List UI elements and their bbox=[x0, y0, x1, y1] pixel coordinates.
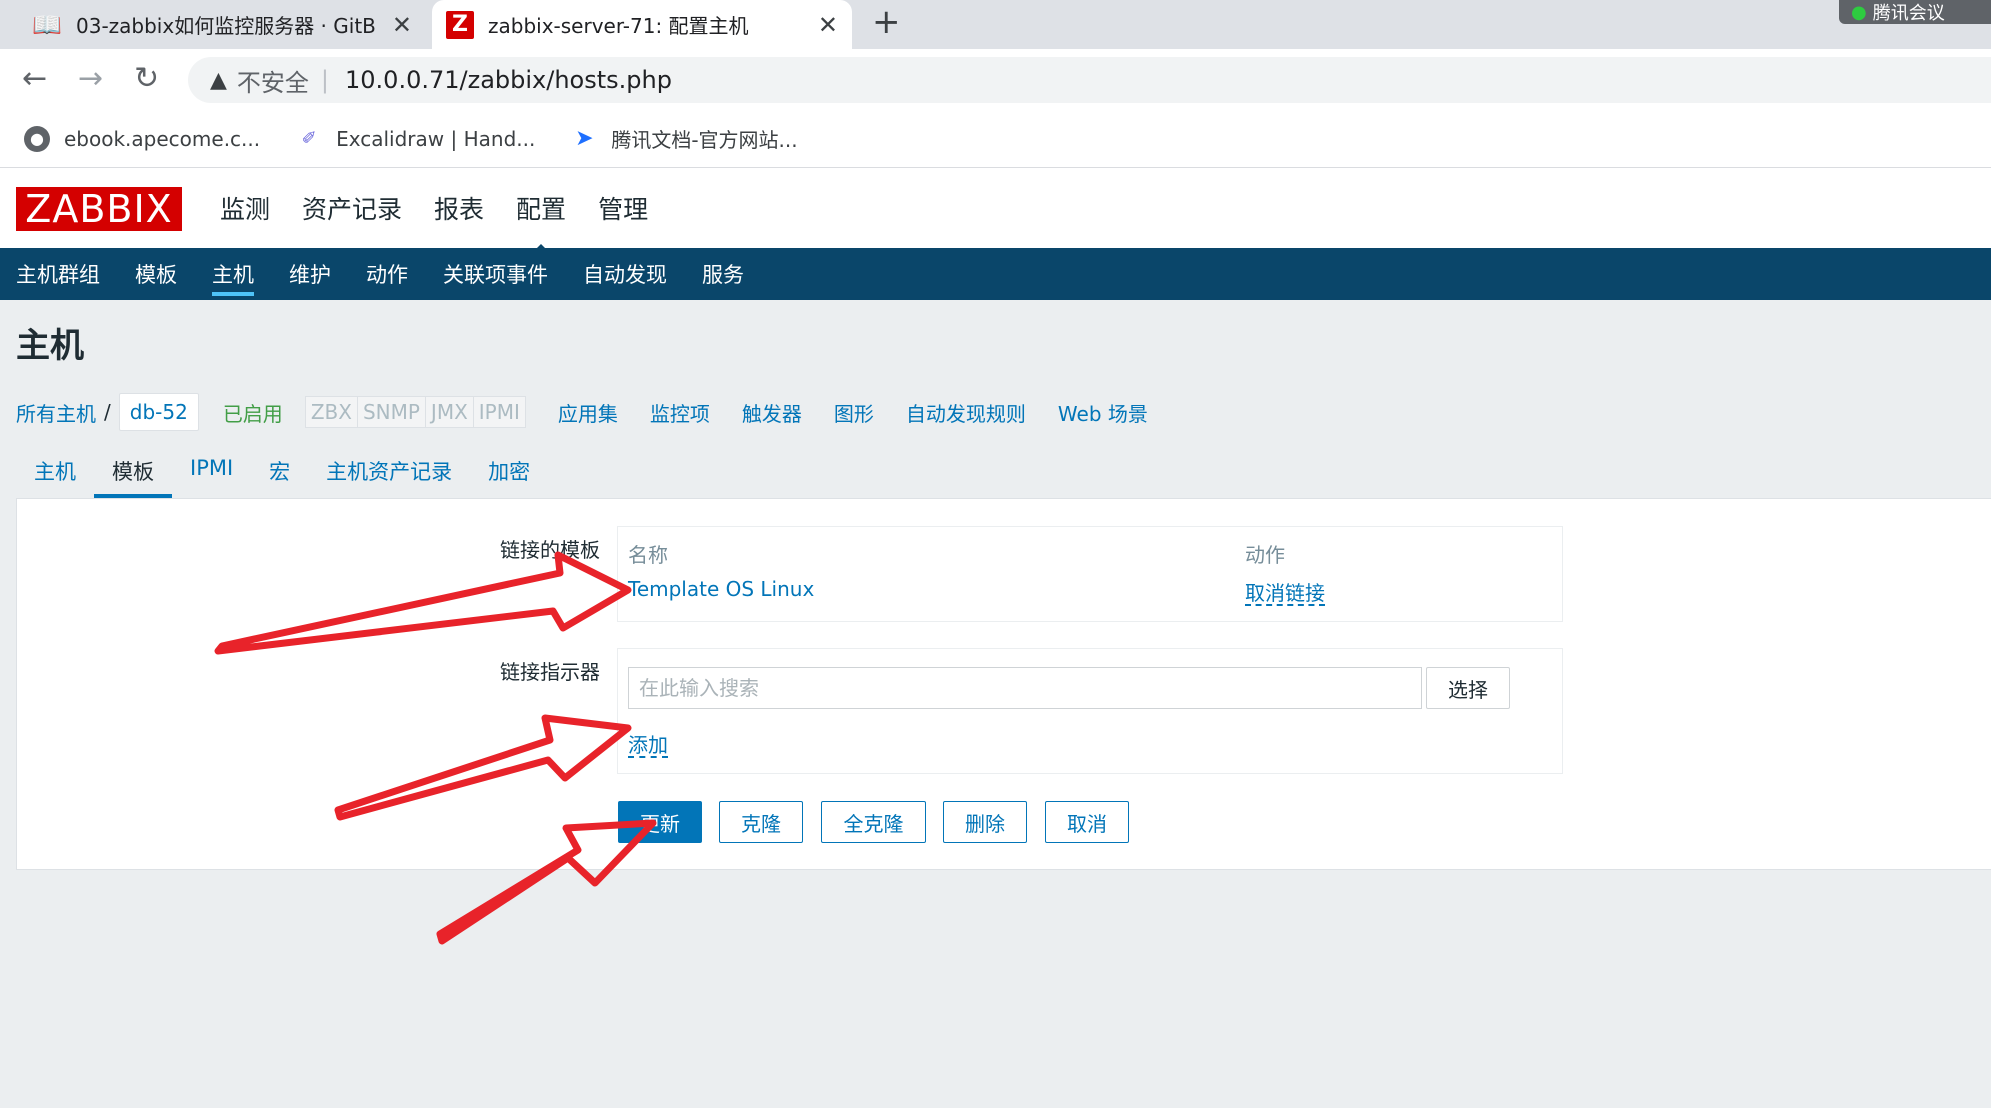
book-icon: 📖 bbox=[32, 10, 62, 39]
link-applications[interactable]: 应用集 bbox=[558, 398, 618, 427]
bookmark-excalidraw[interactable]: ✐ Excalidraw | Hand... bbox=[296, 126, 536, 152]
template-name-link[interactable]: Template OS Linux bbox=[628, 577, 814, 601]
availability-jmx: JMX bbox=[425, 397, 474, 427]
security-label: 不安全 bbox=[236, 68, 309, 97]
globe-icon: ● bbox=[24, 125, 50, 152]
sub-menu: 主机群组 模板 主机 维护 动作 关联项事件 自动发现 服务 bbox=[0, 248, 1991, 300]
url-text: 10.0.0.71/zabbix/hosts.php bbox=[345, 66, 672, 94]
excalidraw-icon: ✐ bbox=[301, 128, 317, 149]
bookmarks-bar: ● ebook.apecome.c... ✐ Excalidraw | Hand… bbox=[0, 110, 1991, 168]
link-discovery-rules[interactable]: 自动发现规则 bbox=[906, 398, 1026, 427]
menu-monitoring[interactable]: 监测 bbox=[220, 190, 270, 226]
availability-ipmi: IPMI bbox=[473, 397, 525, 427]
submenu-actions[interactable]: 动作 bbox=[366, 248, 408, 300]
address-bar: ← → ↻ ▲ 不安全 | 10.0.0.71/zabbix/hosts.php bbox=[0, 49, 1991, 110]
close-icon[interactable]: ✕ bbox=[818, 11, 838, 39]
browser-tab-gitbook[interactable]: 📖 03-zabbix如何监控服务器 · GitB ✕ bbox=[18, 0, 426, 49]
bookmark-ebook[interactable]: ● ebook.apecome.c... bbox=[24, 125, 261, 152]
divider: | bbox=[320, 66, 330, 94]
link-new-templates-box: 选择 添加 bbox=[617, 648, 1563, 774]
bookmark-label: ebook.apecome.c... bbox=[64, 126, 261, 151]
bookmark-label: Excalidraw | Hand... bbox=[336, 126, 536, 151]
tab-title: 03-zabbix如何监控服务器 · GitB bbox=[76, 14, 376, 38]
page-title: 主机 bbox=[16, 326, 84, 366]
menu-inventory[interactable]: 资产记录 bbox=[302, 190, 402, 226]
tab-templates[interactable]: 模板 bbox=[94, 444, 172, 498]
tab-ipmi[interactable]: IPMI bbox=[172, 444, 251, 498]
link-graphs[interactable]: 图形 bbox=[834, 398, 874, 427]
breadcrumb-all-hosts[interactable]: 所有主机 bbox=[16, 398, 96, 427]
unlink-button[interactable]: 取消链接 bbox=[1245, 577, 1325, 606]
linked-templates-table: 名称 动作 Template OS Linux 取消链接 bbox=[617, 526, 1563, 622]
column-header-name: 名称 bbox=[628, 543, 668, 567]
select-button[interactable]: 选择 bbox=[1426, 667, 1510, 709]
submenu-maintenance[interactable]: 维护 bbox=[289, 248, 331, 300]
availability-indicators: ZBX SNMP JMX IPMI bbox=[304, 396, 526, 428]
bookmark-tencent-docs[interactable]: ➤ 腾讯文档-官方网站... bbox=[571, 124, 798, 153]
zabbix-header: ZABBIX 监测 资产记录 报表 配置 管理 bbox=[0, 168, 1991, 254]
meeting-badge[interactable]: ● 腾讯会议 bbox=[1839, 0, 1991, 24]
linked-templates-label: 链接的模板 bbox=[500, 538, 600, 562]
tencent-docs-icon: ➤ bbox=[575, 126, 594, 151]
tab-inventory[interactable]: 主机资产记录 bbox=[308, 444, 470, 498]
submenu-discovery[interactable]: 自动发现 bbox=[583, 248, 667, 300]
breadcrumb-separator: / bbox=[104, 400, 111, 424]
menu-configuration[interactable]: 配置 bbox=[516, 190, 566, 254]
column-header-action: 动作 bbox=[1245, 543, 1285, 567]
zabbix-favicon: Z bbox=[446, 10, 474, 39]
link-triggers[interactable]: 触发器 bbox=[742, 398, 802, 427]
tab-title: zabbix-server-71: 配置主机 bbox=[488, 14, 749, 38]
availability-zbx: ZBX bbox=[305, 397, 358, 427]
link-new-templates-label: 链接指示器 bbox=[500, 660, 600, 684]
full-clone-button[interactable]: 全克隆 bbox=[821, 801, 926, 843]
warning-icon: ▲ bbox=[210, 67, 227, 93]
back-arrow-icon[interactable]: ← bbox=[22, 61, 47, 96]
main-menu: 监测 资产记录 报表 配置 管理 bbox=[204, 168, 664, 254]
availability-snmp: SNMP bbox=[357, 397, 426, 427]
tab-encryption[interactable]: 加密 bbox=[470, 444, 548, 498]
reload-icon[interactable]: ↻ bbox=[134, 61, 159, 96]
tab-macros[interactable]: 宏 bbox=[251, 444, 308, 498]
host-breadcrumb: 所有主机 / db-52 已启用 ZBX SNMP JMX IPMI 应用集 监… bbox=[16, 392, 1148, 432]
tab-host[interactable]: 主机 bbox=[16, 444, 94, 498]
url-field[interactable]: ▲ 不安全 | 10.0.0.71/zabbix/hosts.php bbox=[188, 57, 1991, 103]
update-button[interactable]: 更新 bbox=[618, 801, 702, 843]
browser-tab-bar: 📖 03-zabbix如何监控服务器 · GitB ✕ Z zabbix-ser… bbox=[0, 0, 1991, 49]
link-items[interactable]: 监控项 bbox=[650, 398, 710, 427]
submenu-services[interactable]: 服务 bbox=[702, 248, 744, 300]
link-web-scenarios[interactable]: Web 场景 bbox=[1058, 398, 1148, 427]
signal-icon: ● bbox=[1851, 1, 1867, 23]
menu-reports[interactable]: 报表 bbox=[434, 190, 484, 226]
status-badge: 已启用 bbox=[222, 401, 283, 426]
menu-administration[interactable]: 管理 bbox=[598, 190, 648, 226]
cancel-button[interactable]: 取消 bbox=[1045, 801, 1129, 843]
clone-button[interactable]: 克隆 bbox=[719, 801, 803, 843]
meeting-label: 腾讯会议 bbox=[1872, 3, 1945, 24]
new-tab-button[interactable]: + bbox=[872, 2, 901, 42]
submenu-hosts[interactable]: 主机 bbox=[212, 248, 254, 300]
submenu-templates[interactable]: 模板 bbox=[135, 248, 177, 300]
form-tabs: 主机 模板 IPMI 宏 主机资产记录 加密 bbox=[16, 444, 548, 498]
browser-tab-zabbix[interactable]: Z zabbix-server-71: 配置主机 ✕ bbox=[432, 0, 852, 49]
close-icon[interactable]: ✕ bbox=[392, 11, 412, 39]
bookmark-label: 腾讯文档-官方网站... bbox=[611, 128, 798, 152]
breadcrumb-host[interactable]: db-52 bbox=[118, 393, 199, 431]
submenu-event-correlation[interactable]: 关联项事件 bbox=[443, 248, 548, 300]
submenu-host-groups[interactable]: 主机群组 bbox=[16, 248, 100, 300]
delete-button[interactable]: 删除 bbox=[943, 801, 1027, 843]
add-link[interactable]: 添加 bbox=[628, 729, 668, 758]
template-search-input[interactable] bbox=[628, 667, 1422, 709]
forward-arrow-icon[interactable]: → bbox=[78, 61, 103, 96]
zabbix-logo[interactable]: ZABBIX bbox=[16, 187, 182, 231]
